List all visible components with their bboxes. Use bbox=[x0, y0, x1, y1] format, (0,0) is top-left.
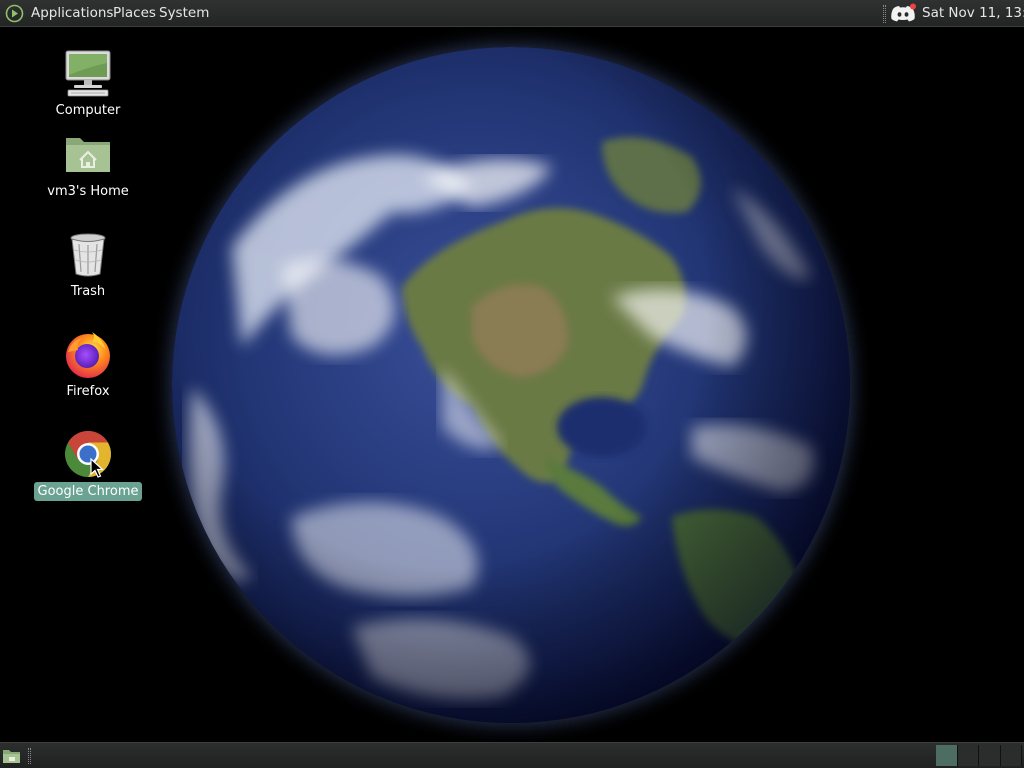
bottom-panel bbox=[0, 742, 1024, 768]
desktop-icon-label: Firefox bbox=[66, 384, 110, 399]
desktop-icon-label: vm3's Home bbox=[47, 184, 129, 199]
desktop-icon-trash[interactable]: Trash bbox=[33, 228, 143, 301]
workspace-3[interactable] bbox=[979, 745, 1001, 766]
mate-menu-logo-icon[interactable] bbox=[5, 4, 24, 23]
panel-drag-handle[interactable] bbox=[28, 748, 31, 764]
desktop-icon-computer[interactable]: Computer bbox=[33, 47, 143, 120]
desktop-icon-firefox[interactable]: Firefox bbox=[33, 328, 143, 401]
menu-system[interactable]: System bbox=[159, 5, 209, 22]
trash-icon bbox=[62, 228, 114, 280]
workspace-2[interactable] bbox=[957, 745, 979, 766]
menu-applications[interactable]: Applications bbox=[31, 5, 113, 22]
desktop-icon-google-chrome[interactable]: Google Chrome bbox=[33, 428, 143, 501]
desktop-icon-label: Google Chrome bbox=[33, 482, 143, 501]
home-folder-icon bbox=[62, 128, 114, 180]
desktop-icon-label: Computer bbox=[55, 103, 121, 118]
show-desktop-icon[interactable] bbox=[2, 747, 21, 764]
computer-icon bbox=[62, 47, 114, 99]
workspace-4[interactable] bbox=[1000, 745, 1022, 766]
workspace-1[interactable] bbox=[936, 745, 958, 766]
clock[interactable]: Sat Nov 11, 13:17 bbox=[922, 5, 1024, 22]
workspace-switcher[interactable] bbox=[936, 745, 1022, 766]
top-panel: Applications Places System Sat Nov 11, 1… bbox=[0, 0, 1024, 27]
menu-places[interactable]: Places bbox=[113, 5, 156, 22]
chrome-icon bbox=[62, 428, 114, 480]
firefox-icon bbox=[62, 328, 114, 380]
discord-icon[interactable] bbox=[889, 3, 917, 24]
desktop-icon-label: Trash bbox=[70, 284, 106, 299]
desktop-icon-home[interactable]: vm3's Home bbox=[33, 128, 143, 201]
desktop[interactable]: Applications Places System Sat Nov 11, 1… bbox=[0, 0, 1024, 768]
panel-drag-handle[interactable] bbox=[883, 5, 886, 23]
wallpaper-earth-image bbox=[172, 47, 850, 723]
